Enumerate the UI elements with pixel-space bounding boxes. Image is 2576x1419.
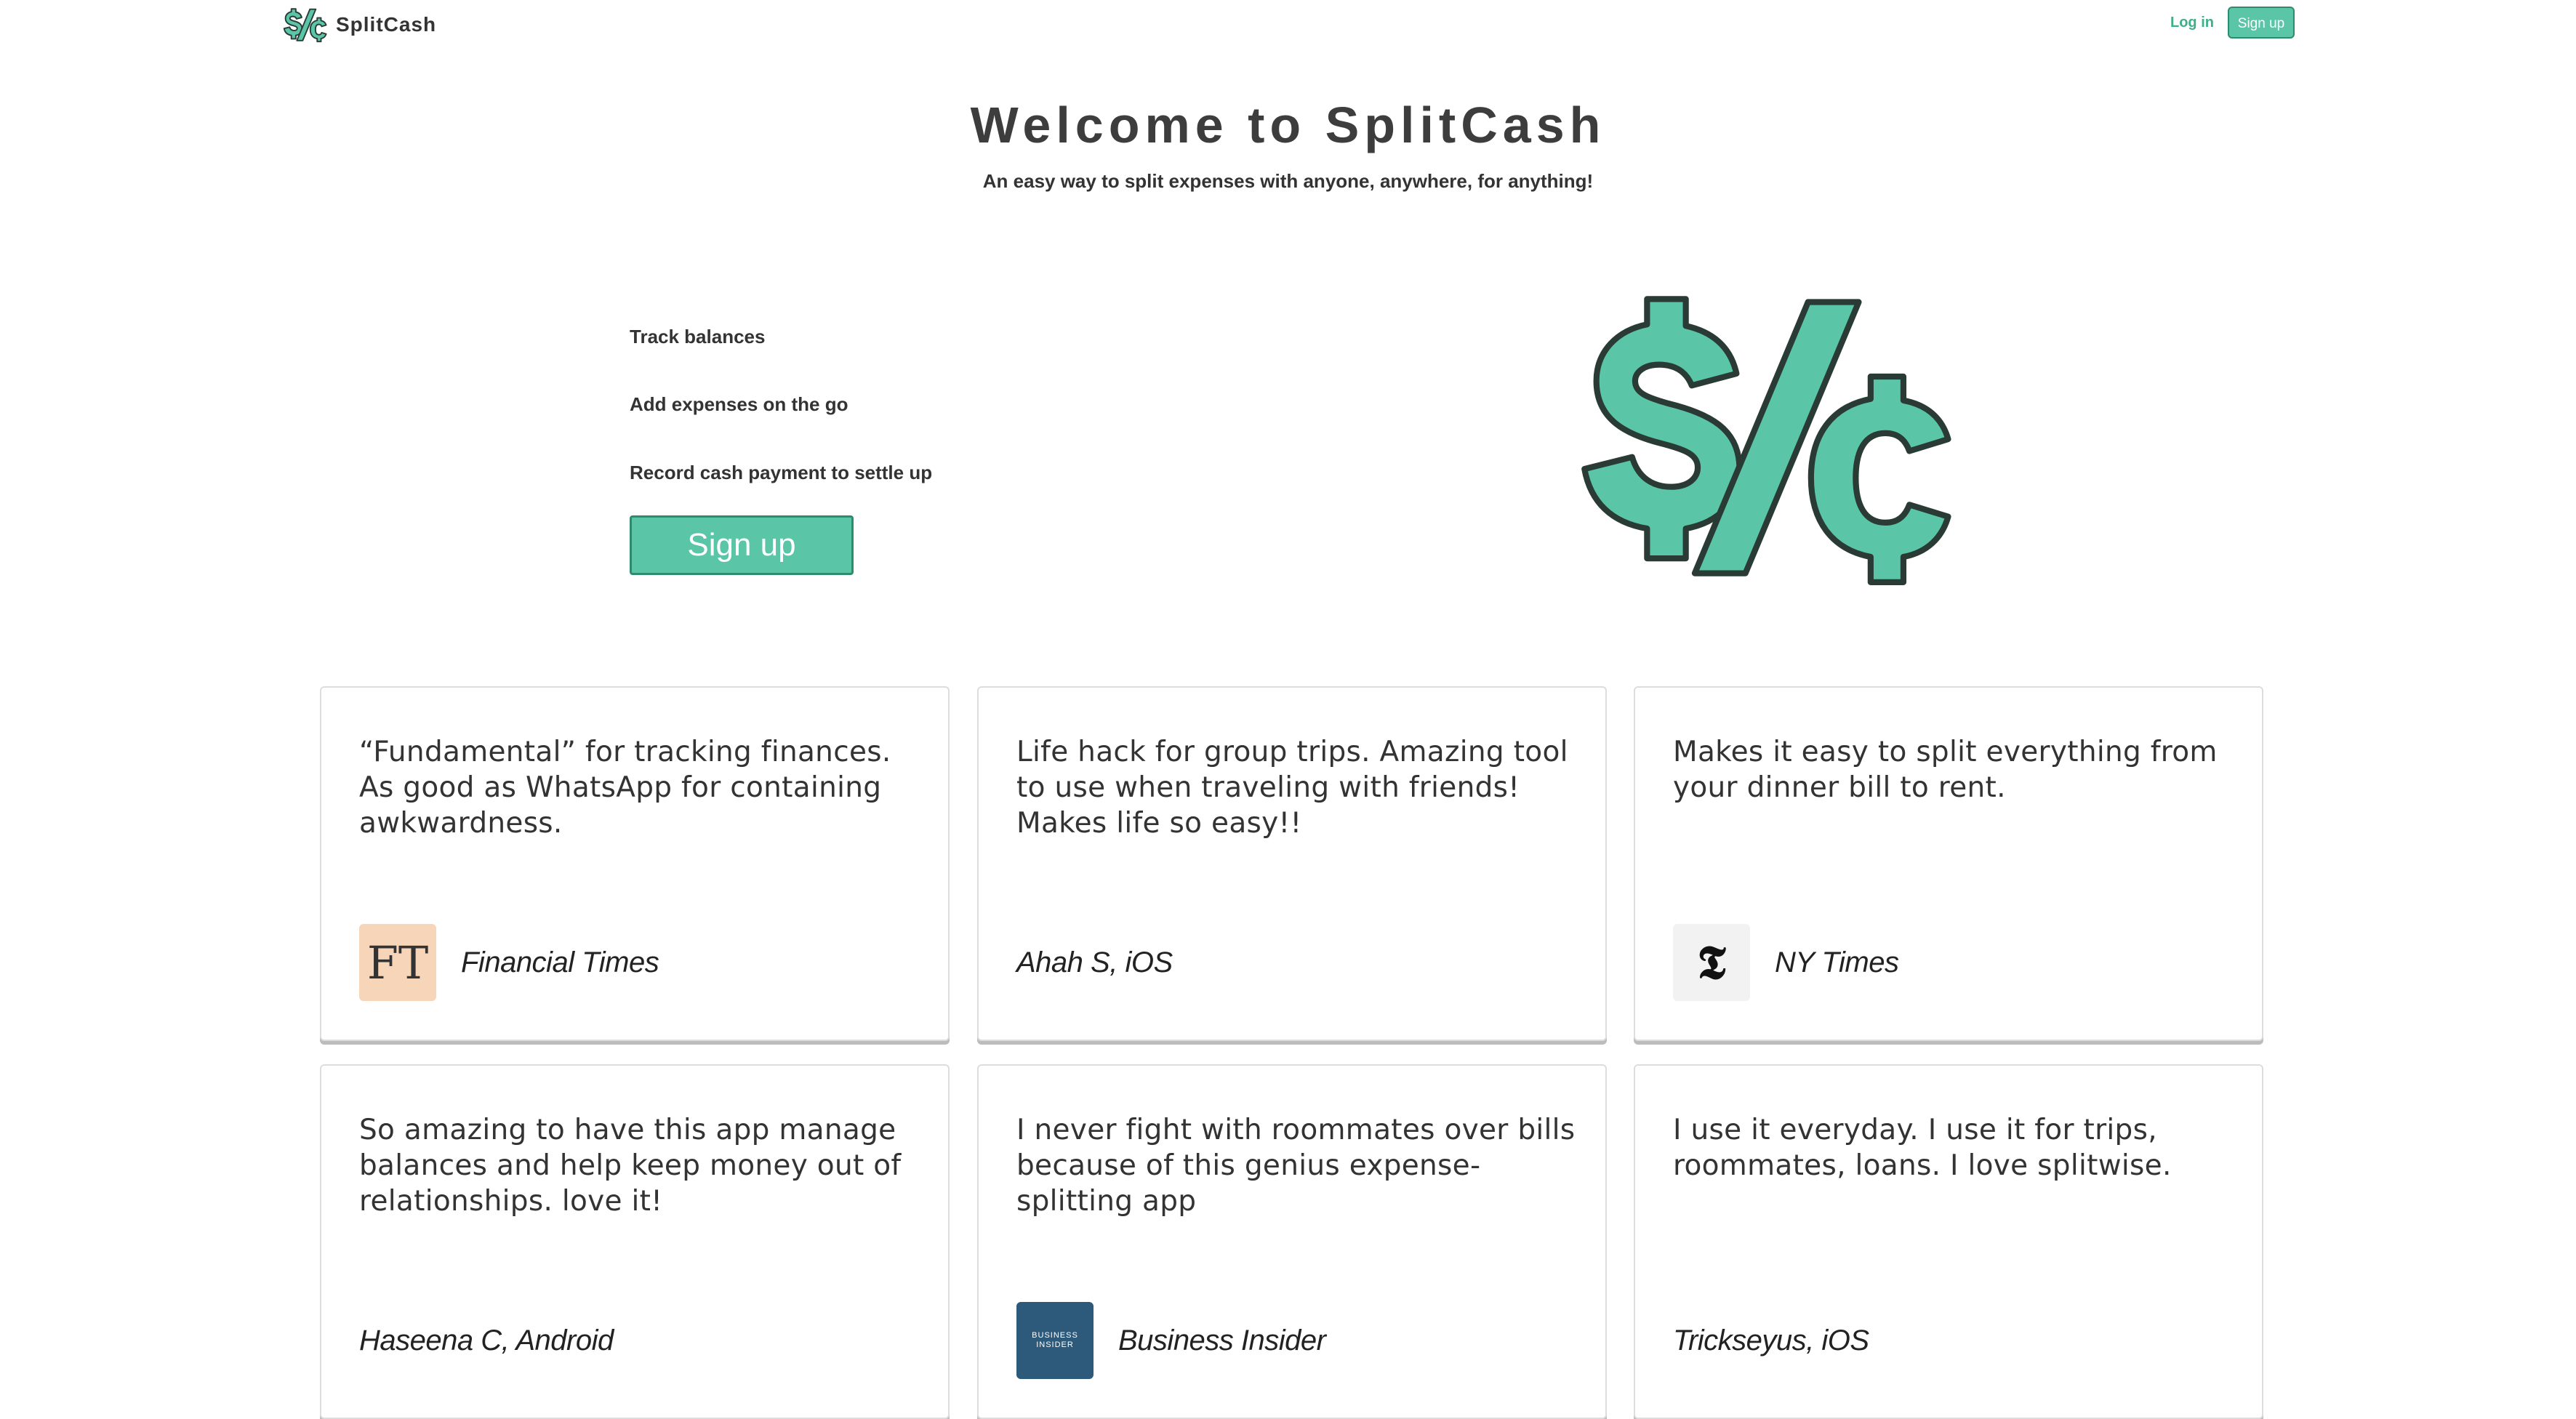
top-navigation-bar: SplitCash Log in Sign up xyxy=(0,0,2576,51)
splitcash-logo-icon xyxy=(283,8,327,43)
testimonial-source: Haseena C, Android xyxy=(359,1301,614,1380)
hero-signup-button[interactable]: Sign up xyxy=(630,515,854,575)
testimonial-quote: Life hack for group trips. Amazing tool … xyxy=(1016,736,1568,840)
testimonial-author: Business Insider xyxy=(1118,1324,1326,1356)
testimonial-author: Haseena C, Android xyxy=(359,1324,614,1356)
testimonial-quote: I never fight with roommates over bills … xyxy=(1016,1114,1576,1218)
testimonial-quote: So amazing to have this app manage balan… xyxy=(359,1114,902,1218)
testimonial-quote: Makes it easy to split everything from y… xyxy=(1673,736,2218,804)
business-insider-logo-line2: INSIDER xyxy=(1036,1340,1074,1349)
feature-add-expenses: Add expenses on the go xyxy=(630,393,848,415)
financial-times-logo-icon: FT xyxy=(359,924,436,1001)
brand-home-link[interactable]: SplitCash xyxy=(281,6,436,44)
testimonial-source: 𝕿 NY Times xyxy=(1673,923,1899,1002)
login-link[interactable]: Log in xyxy=(2170,12,2214,33)
business-insider-logo-icon: BUSINESS INSIDER xyxy=(1016,1302,1094,1379)
testimonial-source: Ahah S, iOS xyxy=(1016,923,1173,1002)
page-subtitle: An easy way to split expenses with anyon… xyxy=(982,170,1594,192)
testimonial-quote: I use it everyday. I use it for trips, r… xyxy=(1673,1114,2172,1182)
testimonial-author: NY Times xyxy=(1775,946,1899,978)
testimonial-card: “Fundamental” for tracking finances. As … xyxy=(320,686,950,1041)
ny-times-logo-icon: 𝕿 xyxy=(1673,924,1750,1001)
page-title: Welcome to SplitCash xyxy=(970,97,1606,153)
header-signup-button[interactable]: Sign up xyxy=(2228,7,2295,39)
testimonial-author: Trickseyus, iOS xyxy=(1673,1324,1869,1356)
testimonial-quote: “Fundamental” for tracking finances. As … xyxy=(359,736,891,840)
splitcash-hero-logo-icon xyxy=(1581,296,1951,585)
testimonial-card: I never fight with roommates over bills … xyxy=(977,1064,1607,1419)
testimonial-author: Financial Times xyxy=(461,946,659,978)
testimonial-author: Ahah S, iOS xyxy=(1016,946,1173,978)
testimonial-source: Trickseyus, iOS xyxy=(1673,1301,1869,1380)
brand-name: SplitCash xyxy=(336,13,437,36)
testimonial-card: Life hack for group trips. Amazing tool … xyxy=(977,686,1607,1041)
feature-record-cash-payment: Record cash payment to settle up xyxy=(630,462,933,483)
testimonial-source: FT Financial Times xyxy=(359,923,659,1002)
testimonial-card: So amazing to have this app manage balan… xyxy=(320,1064,950,1419)
feature-track-balances: Track balances xyxy=(630,326,766,347)
testimonial-source: BUSINESS INSIDER Business Insider xyxy=(1016,1301,1326,1380)
business-insider-logo-line1: BUSINESS xyxy=(1032,1331,1078,1340)
testimonial-card: I use it everyday. I use it for trips, r… xyxy=(1634,1064,2263,1419)
testimonial-card: Makes it easy to split everything from y… xyxy=(1634,686,2263,1041)
